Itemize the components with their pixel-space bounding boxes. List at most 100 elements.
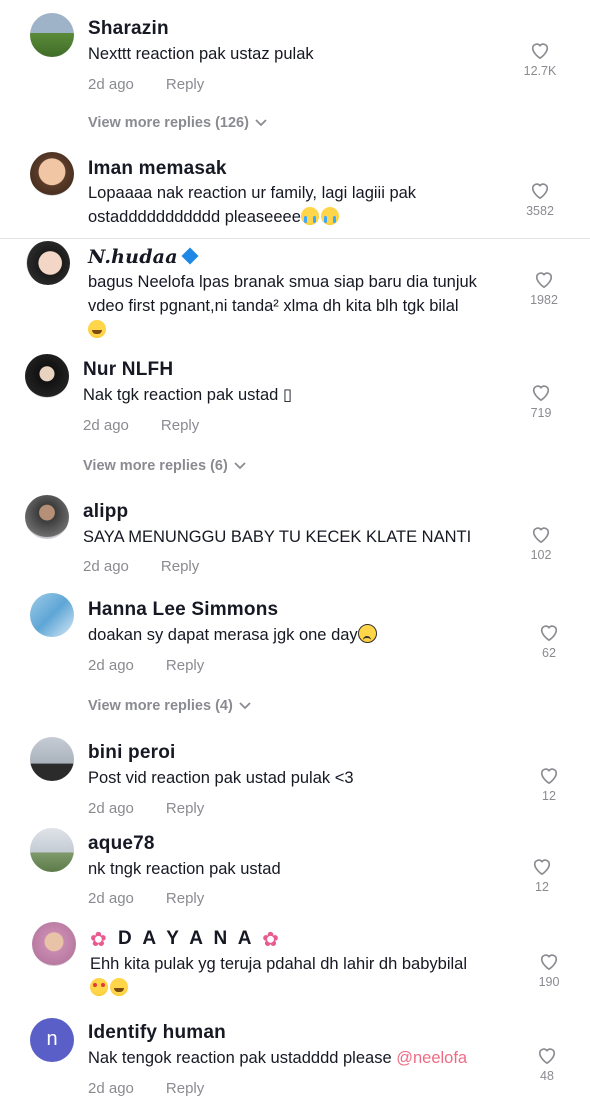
heart-outline-icon (538, 1048, 556, 1065)
timestamp: 2d ago (88, 76, 134, 93)
comment-text: Nak tengok reaction pak ustadddd please … (88, 1049, 468, 1067)
like-count: 12 (535, 880, 549, 894)
crying-emoji-icon (320, 207, 339, 225)
comment-meta: 2d ago Reply (83, 558, 199, 575)
like-button[interactable]: 12 (518, 856, 566, 894)
like-button[interactable]: 48 (523, 1045, 571, 1083)
like-count: 48 (540, 1069, 554, 1083)
timestamp: 2d ago (88, 1080, 134, 1097)
heart-outline-icon (540, 768, 558, 785)
username[interactable]: Identify human (88, 1022, 226, 1044)
hibiscus-icon: ✿ (90, 929, 110, 951)
chevron-down-icon (234, 462, 246, 470)
timestamp: 2d ago (88, 890, 134, 907)
chevron-down-icon (239, 702, 251, 710)
username[interactable]: alipp (83, 501, 128, 523)
view-more-replies[interactable]: View more replies (6) (83, 458, 246, 474)
username[interactable]: N.hudaa (88, 246, 199, 268)
like-count: 12.7K (523, 64, 557, 78)
avatar[interactable] (30, 737, 74, 781)
avatar[interactable] (30, 828, 74, 872)
avatar[interactable] (30, 152, 74, 196)
divider (0, 238, 590, 239)
username[interactable]: Nur NLFH (83, 359, 173, 381)
chevron-down-icon (255, 119, 267, 127)
timestamp: 2d ago (83, 417, 129, 434)
crying-emoji-icon (300, 207, 319, 225)
sad-face-emoji-icon (357, 624, 377, 643)
like-button[interactable]: 719 (517, 382, 565, 420)
grinning-sweat-emoji-icon (110, 978, 128, 996)
username[interactable]: Hanna Lee Simmons (88, 599, 278, 621)
comment-text: bagus Neelofa lpas branak smua siap baru… (88, 273, 477, 291)
like-count: 719 (530, 406, 552, 420)
hibiscus-icon: ✿ (262, 929, 282, 951)
comment-text-line2: vdeo first pgnant,ni tanda² xlma dh kita… (88, 297, 459, 315)
like-button[interactable]: 1982 (520, 269, 568, 307)
timestamp: 2d ago (88, 800, 134, 817)
avatar[interactable] (30, 13, 74, 57)
heart-outline-icon (531, 43, 549, 60)
like-button[interactable]: 190 (525, 951, 573, 989)
like-count: 12 (542, 789, 556, 803)
username[interactable]: Sharazin (88, 18, 169, 40)
comment-meta: 2d ago Reply (88, 1080, 204, 1097)
like-count: 62 (542, 646, 556, 660)
reply-button[interactable]: Reply (166, 890, 204, 907)
reply-button[interactable]: Reply (166, 657, 204, 674)
avatar[interactable] (25, 495, 69, 539)
comment-text: Post vid reaction pak ustad pulak <3 (88, 769, 354, 787)
avatar[interactable] (25, 354, 69, 398)
username[interactable]: Iman memasak (88, 158, 227, 180)
heart-outline-icon (540, 954, 558, 971)
like-button[interactable]: 3582 (516, 180, 564, 218)
comment-text: Ehh kita pulak yg teruja pdahal dh lahir… (90, 955, 468, 973)
username[interactable]: aque78 (88, 833, 155, 855)
heart-outline-icon (532, 527, 550, 544)
username[interactable]: bini peroi (88, 742, 176, 764)
like-count: 3582 (526, 204, 554, 218)
avatar[interactable]: n (30, 1018, 74, 1062)
reply-button[interactable]: Reply (166, 800, 204, 817)
like-button[interactable]: 62 (525, 622, 573, 660)
view-more-replies[interactable]: View more replies (4) (88, 698, 251, 714)
like-count: 102 (530, 548, 552, 562)
heart-outline-icon (533, 859, 551, 876)
heart-outline-icon (531, 183, 549, 200)
like-button[interactable]: 12.7K (516, 40, 564, 78)
like-button[interactable]: 102 (517, 524, 565, 562)
comment-meta: 2d ago Reply (88, 890, 204, 907)
avatar[interactable] (26, 241, 70, 285)
comment-text: Nexttt reaction pak ustaz pulak (88, 45, 314, 63)
comment-text: nk tngk reaction pak ustad (88, 860, 281, 878)
comment-meta: 2d ago Reply (83, 417, 199, 434)
like-count: 190 (538, 975, 560, 989)
comment-text-line3 (88, 318, 108, 342)
comment-text: SAYA MENUNGGU BABY TU KECEK KLATE NANTI (83, 528, 472, 546)
comment-text-line2 (90, 976, 130, 1000)
reply-button[interactable]: Reply (161, 558, 199, 575)
heart-outline-icon (540, 625, 558, 642)
heart-outline-icon (532, 385, 550, 402)
comment-meta: 2d ago Reply (88, 657, 204, 674)
blue-diamond-icon (181, 247, 199, 265)
reply-button[interactable]: Reply (166, 1080, 204, 1097)
grinning-sweat-emoji-icon (88, 320, 106, 338)
smiling-hearts-emoji-icon (90, 978, 108, 996)
reply-button[interactable]: Reply (161, 417, 199, 434)
like-button[interactable]: 12 (525, 765, 573, 803)
heart-outline-icon (535, 272, 553, 289)
comment-text: doakan sy dapat merasa jgk one day (88, 623, 379, 647)
reply-button[interactable]: Reply (166, 76, 204, 93)
comment-text-line2: ostaddddddddddd pleaseeee (88, 205, 341, 229)
avatar[interactable] (32, 922, 76, 966)
username[interactable]: ✿ D A Y A N A ✿ (90, 927, 282, 952)
comment-meta: 2d ago Reply (88, 76, 204, 93)
comment-text: Lopaaaa nak reaction ur family, lagi lag… (88, 184, 417, 202)
comment-text: Nak tgk reaction pak ustad ▯ (83, 386, 293, 404)
like-count: 1982 (530, 293, 558, 307)
mention-link[interactable]: @neelofa (396, 1049, 467, 1067)
view-more-replies[interactable]: View more replies (126) (88, 115, 267, 131)
timestamp: 2d ago (83, 558, 129, 575)
avatar[interactable] (30, 593, 74, 637)
